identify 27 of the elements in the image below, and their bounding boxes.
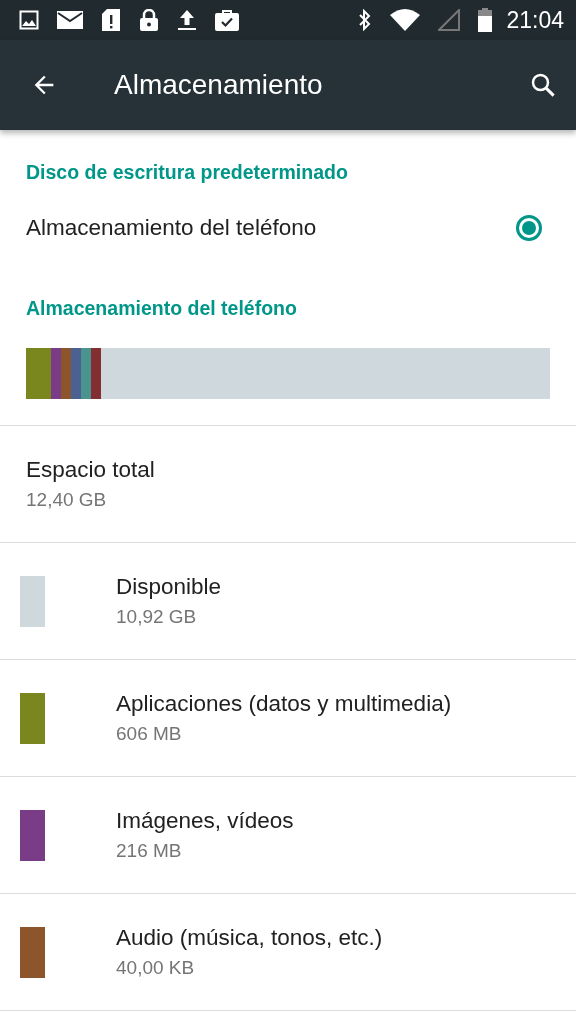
bluetooth-icon bbox=[358, 9, 373, 31]
section-header: Disco de escritura predeterminado bbox=[25, 161, 349, 184]
signal-icon bbox=[438, 9, 461, 31]
radio-button[interactable] bbox=[516, 215, 542, 241]
total-label: Espacio total bbox=[26, 457, 156, 483]
category-size: 216 MB bbox=[116, 840, 183, 862]
option-label: Almacenamiento del teléfono bbox=[26, 215, 317, 241]
category-label: Disponible bbox=[116, 574, 222, 600]
category-size: 40,00 KB bbox=[116, 957, 196, 979]
storage-option[interactable]: Almacenamiento del teléfono bbox=[0, 198, 576, 258]
mail-icon bbox=[57, 10, 83, 30]
category-size: 606 MB bbox=[116, 723, 183, 745]
category-label: Aplicaciones (datos y multimedia) bbox=[116, 691, 452, 717]
sd-card-icon bbox=[101, 9, 121, 31]
page-title: Almacenamiento bbox=[114, 69, 324, 101]
category-label: Imágenes, vídeos bbox=[116, 808, 294, 834]
image-icon bbox=[19, 10, 39, 30]
lock-icon bbox=[139, 9, 159, 31]
clock: 21:04 bbox=[506, 6, 564, 34]
category-label: Audio (música, tonos, etc.) bbox=[116, 925, 383, 951]
total-value: 12,40 GB bbox=[26, 489, 108, 511]
upload-icon bbox=[177, 9, 197, 31]
battery-icon bbox=[478, 8, 493, 32]
category-size: 10,92 GB bbox=[116, 606, 198, 628]
briefcase-check-icon bbox=[215, 9, 239, 31]
wifi-icon bbox=[390, 9, 421, 31]
section-header: Almacenamiento del teléfono bbox=[25, 297, 298, 320]
